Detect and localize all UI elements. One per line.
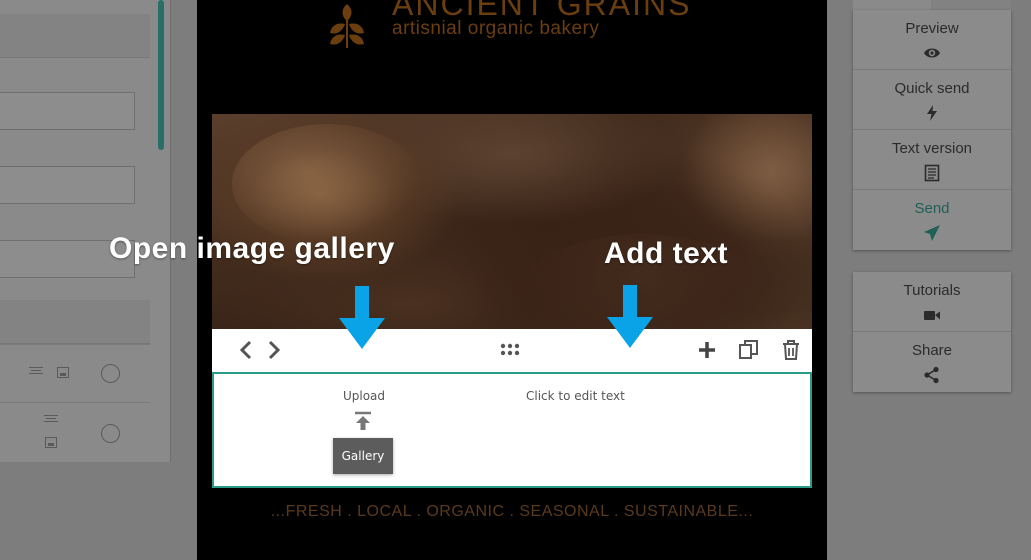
send-action[interactable]: Send — [853, 190, 1011, 250]
trash-icon[interactable] — [780, 338, 802, 362]
quick-send-action[interactable]: Quick send — [853, 70, 1011, 130]
hero-bread-image[interactable] — [212, 114, 812, 329]
align-center-icon[interactable] — [29, 367, 43, 374]
left-settings-panel — [0, 0, 171, 462]
email-tagline: ...FRESH . LOCAL . ORGANIC . SEASONAL . … — [270, 503, 754, 520]
settings-input[interactable] — [0, 166, 135, 204]
actions-card: Preview Quick send Text version Send — [853, 10, 1011, 250]
arrow-down-icon — [607, 285, 653, 348]
radio-button[interactable] — [101, 424, 120, 443]
panel-section-header — [0, 300, 150, 344]
document-icon — [924, 164, 940, 182]
right-panel-top-tabs — [853, 0, 1011, 10]
share-label: Share — [911, 342, 953, 359]
help-card: Tutorials Share — [853, 272, 1011, 392]
wheat-logo-icon — [330, 4, 364, 48]
arrow-down-icon — [339, 286, 385, 349]
paper-plane-icon — [924, 225, 940, 241]
add-icon[interactable] — [696, 338, 718, 362]
chevron-right-icon[interactable] — [264, 338, 284, 362]
share-action[interactable]: Share — [853, 332, 1011, 392]
edit-text-area[interactable]: Click to edit text — [526, 389, 625, 403]
lightning-icon — [927, 105, 937, 121]
eye-icon — [924, 48, 940, 58]
upload-label[interactable]: Upload — [342, 389, 386, 403]
chevron-left-icon[interactable] — [236, 338, 256, 362]
panel-row — [0, 344, 150, 402]
tutorials-label: Tutorials — [903, 282, 961, 299]
image-icon[interactable] — [45, 437, 57, 448]
text-version-label: Text version — [891, 140, 973, 157]
callout-open-gallery: Open image gallery — [109, 232, 395, 265]
tutorials-action[interactable]: Tutorials — [853, 272, 1011, 332]
gallery-button[interactable]: Gallery — [333, 438, 393, 474]
radio-button[interactable] — [101, 364, 120, 383]
block-toolbar — [212, 329, 812, 372]
brand-subtitle: artisnial organic bakery — [392, 18, 600, 39]
duplicate-icon[interactable] — [738, 338, 760, 362]
drag-handle-icon[interactable] — [498, 338, 522, 362]
image-text-block[interactable]: Upload Gallery Click to edit text — [212, 372, 812, 488]
image-icon[interactable] — [57, 367, 69, 378]
preview-action[interactable]: Preview — [853, 10, 1011, 70]
video-camera-icon — [924, 311, 940, 320]
settings-input[interactable] — [0, 92, 135, 130]
preview-label: Preview — [905, 20, 959, 37]
send-label: Send — [914, 200, 950, 217]
upload-icon[interactable] — [353, 411, 373, 431]
panel-scrollbar[interactable] — [158, 0, 164, 150]
text-version-action[interactable]: Text version — [853, 130, 1011, 190]
panel-section-header — [0, 14, 150, 58]
share-icon — [924, 366, 939, 384]
align-center-icon[interactable] — [44, 415, 58, 422]
callout-add-text: Add text — [604, 237, 728, 270]
quick-send-label: Quick send — [894, 80, 970, 97]
panel-row — [0, 402, 150, 460]
